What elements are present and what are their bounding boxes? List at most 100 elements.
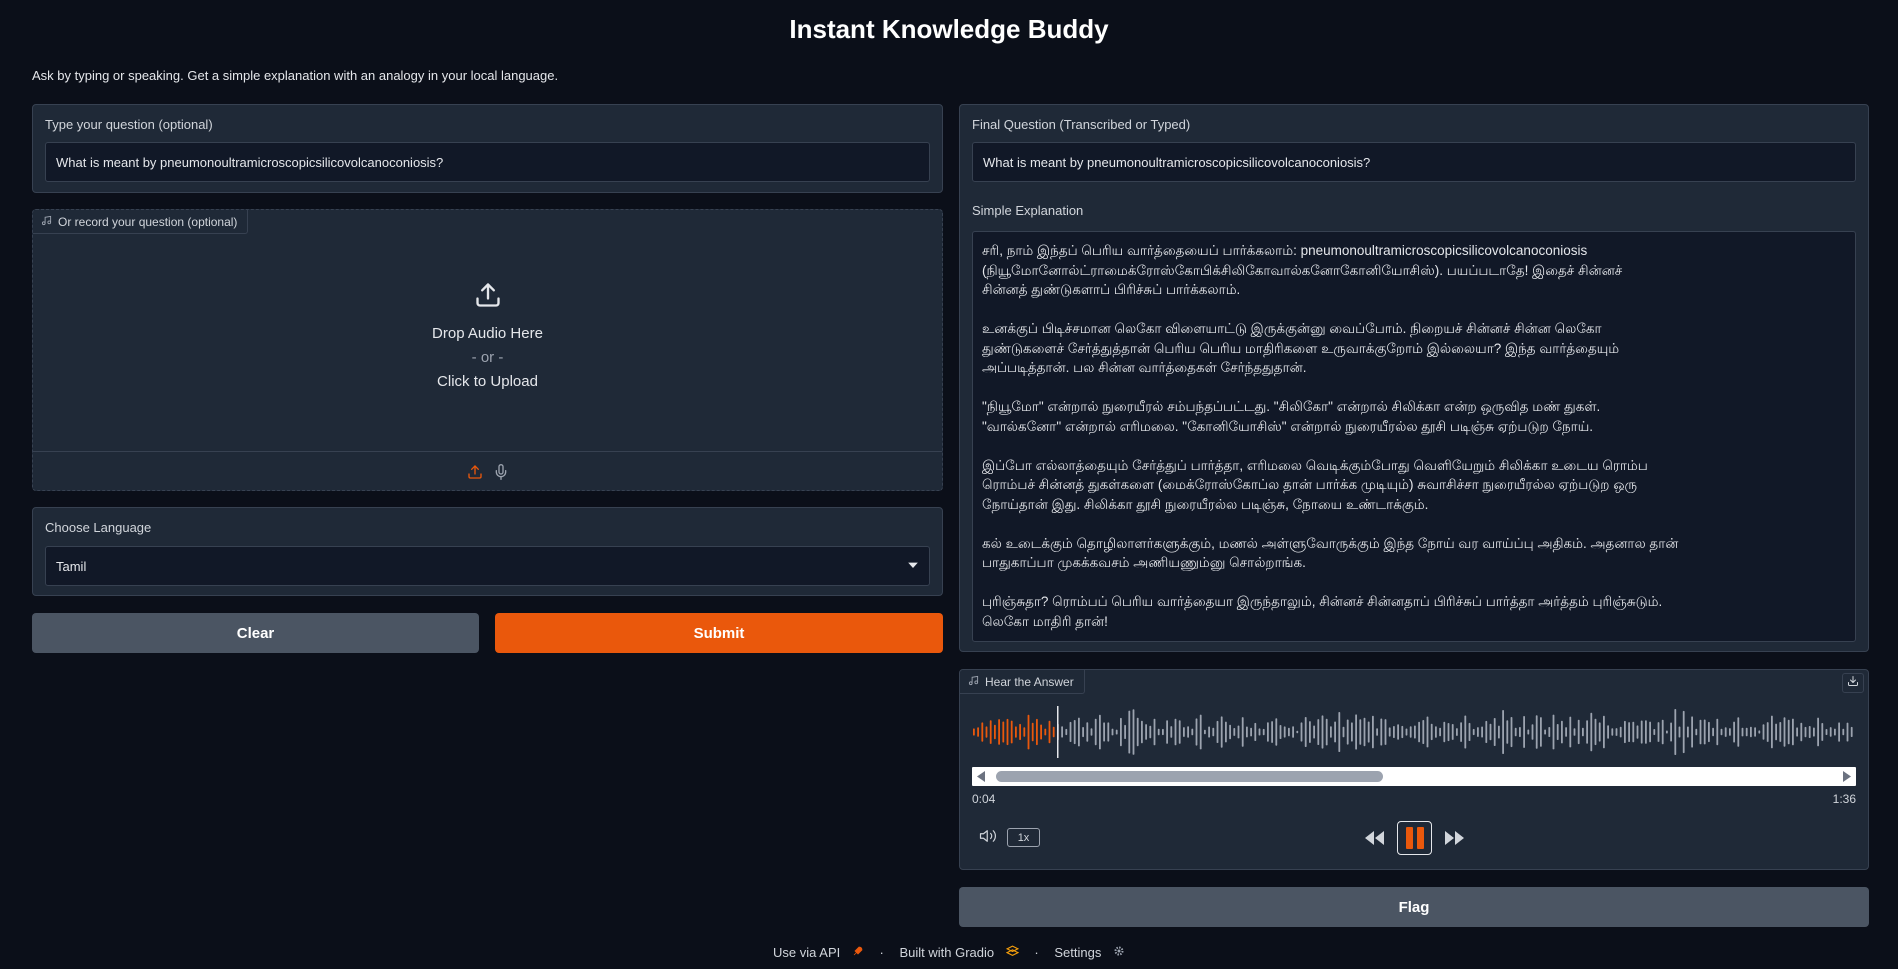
waveform-bar (1817, 717, 1819, 747)
scrollbar-thumb[interactable] (996, 771, 1383, 782)
explanation-textarea[interactable]: சரி, நாம் இந்தப் பெரிய வார்த்தையைப் பார்… (972, 231, 1856, 642)
waveform-bar (1842, 728, 1845, 736)
use-via-api-link[interactable]: Use via API (769, 945, 868, 960)
waveform-bar (1073, 720, 1076, 745)
waveform-bar (1250, 727, 1252, 737)
waveform-bar (1300, 722, 1303, 742)
explanation-line: சரி, நாம் இந்தப் பெரிய வார்த்தையைப் பார்… (982, 243, 1588, 258)
playback-speed-button[interactable]: 1x (1007, 828, 1040, 847)
scroll-left-arrow[interactable] (975, 767, 987, 786)
waveform-bar (1107, 722, 1110, 742)
current-time: 0:04 (972, 792, 996, 806)
playhead-cursor[interactable] (1057, 706, 1059, 758)
waveform-bar (1212, 727, 1215, 737)
waveform-bar (1149, 725, 1152, 739)
waveform-bar (1745, 727, 1748, 737)
microphone-source-button[interactable] (491, 462, 511, 482)
waveform-bar (1124, 724, 1126, 739)
waveform-bar (1409, 726, 1412, 738)
fast-forward-icon (1442, 831, 1466, 853)
drop-audio-text: Drop Audio Here (432, 324, 543, 342)
fast-forward-button[interactable] (1442, 827, 1466, 849)
built-with-gradio-link[interactable]: Built with Gradio (895, 945, 1022, 960)
waveform-bar (1544, 729, 1546, 735)
waveform-bar (1422, 720, 1425, 744)
audio-input-tag-label: Or record your question (optional) (58, 214, 238, 229)
waveform-bar (1275, 718, 1278, 746)
explanation-line: சின்னத் துண்டுகளாப் பிரிச்சுப் பார்க்கலா… (982, 282, 1241, 297)
explanation-line: இப்போ எல்லாத்தையும் சேர்த்துப் பார்த்தா,… (982, 457, 1648, 473)
explanation-line: துண்டுகளைச் சேர்த்துத்தான் பெரிய பெரிய ம… (982, 340, 1620, 356)
waveform-bar (1052, 726, 1055, 738)
waveform-bar (1078, 717, 1080, 747)
waveform-bar (1283, 726, 1286, 738)
waveform-bar (1472, 728, 1475, 736)
waveform-bar (1271, 721, 1273, 743)
waveform-scrollbar[interactable] (972, 767, 1856, 786)
waveform-bar (1002, 721, 1005, 743)
waveform[interactable] (972, 706, 1856, 758)
waveform-bar (1800, 722, 1803, 742)
settings-label: Settings (1054, 945, 1102, 960)
submit-button[interactable]: Submit (495, 613, 943, 653)
audio-output-tag-label: Hear the Answer (985, 674, 1074, 689)
waveform-bar (1834, 728, 1836, 736)
waveform-bar (1367, 721, 1370, 743)
waveform-bar (1153, 718, 1156, 746)
pause-icon (1405, 827, 1424, 849)
waveform-bar (1699, 719, 1702, 745)
language-dropdown[interactable]: Tamil (45, 546, 930, 586)
waveform-bar (1540, 717, 1542, 747)
waveform-bar (1380, 718, 1383, 746)
waveform-bar (1170, 726, 1173, 738)
chevron-down-icon[interactable] (907, 559, 919, 574)
waveform-bar (1519, 727, 1521, 737)
waveform-bar (998, 719, 1000, 745)
audio-drop-zone[interactable]: Drop Audio Here - or - Click to Upload (33, 234, 942, 440)
waveform-bar (1069, 721, 1072, 742)
question-input[interactable]: What is meant by pneumonoultramicroscopi… (45, 142, 930, 182)
rewind-button[interactable] (1363, 827, 1387, 849)
explanation-line: புரிஞ்சுதா? ரொம்பப் பெரிய வார்த்தையா இரு… (982, 594, 1663, 609)
waveform-bar (1418, 721, 1420, 743)
waveform-bar (977, 727, 979, 737)
flag-button[interactable]: Flag (959, 887, 1869, 927)
waveform-bar (1225, 721, 1227, 743)
waveform-bar (1195, 718, 1198, 746)
waveform-bar (1111, 728, 1114, 736)
waveform-bar (1099, 714, 1101, 750)
clear-button[interactable]: Clear (32, 613, 479, 653)
final-question-field[interactable]: What is meant by pneumonoultramicroscopi… (972, 142, 1856, 182)
pause-button[interactable] (1397, 821, 1432, 855)
waveform-bar (1166, 720, 1168, 744)
upload-source-button[interactable] (465, 462, 485, 482)
waveform-bar (1376, 728, 1378, 736)
rocket-icon (852, 945, 864, 960)
waveform-bar (1187, 726, 1189, 738)
explanation-line (982, 514, 1846, 534)
waveform-bar (1531, 724, 1534, 740)
waveform-bar (1657, 722, 1660, 742)
gradio-logo-icon (1005, 945, 1019, 960)
scroll-right-arrow[interactable] (1841, 767, 1853, 786)
waveform-bar (1061, 726, 1063, 738)
waveform-bar (1267, 722, 1269, 742)
volume-button[interactable] (978, 827, 1000, 847)
waveform-bar (1103, 722, 1105, 742)
waveform-bar (1754, 727, 1756, 737)
waveform-bar (1640, 720, 1643, 744)
settings-link[interactable]: Settings (1050, 945, 1129, 960)
download-button[interactable] (1842, 673, 1864, 693)
or-text: - or - (471, 348, 504, 366)
waveform-bar (1661, 719, 1664, 745)
waveform-bar (1846, 722, 1849, 742)
waveform-bar (1258, 728, 1261, 736)
waveform-bar (1569, 716, 1572, 748)
page-title: Instant Knowledge Buddy (789, 14, 1109, 44)
audio-input-panel[interactable]: Or record your question (optional) Drop … (32, 209, 943, 491)
waveform-bar (1460, 722, 1462, 742)
waveform-bar (1330, 726, 1332, 738)
waveform-bar (1850, 726, 1853, 737)
footer: Use via API · Built with Gradio · Settin… (0, 945, 1898, 960)
explanation-line: "வால்கனோ" என்றால் எரிமலை. "கோனியோசிஸ்" எ… (982, 418, 1594, 434)
